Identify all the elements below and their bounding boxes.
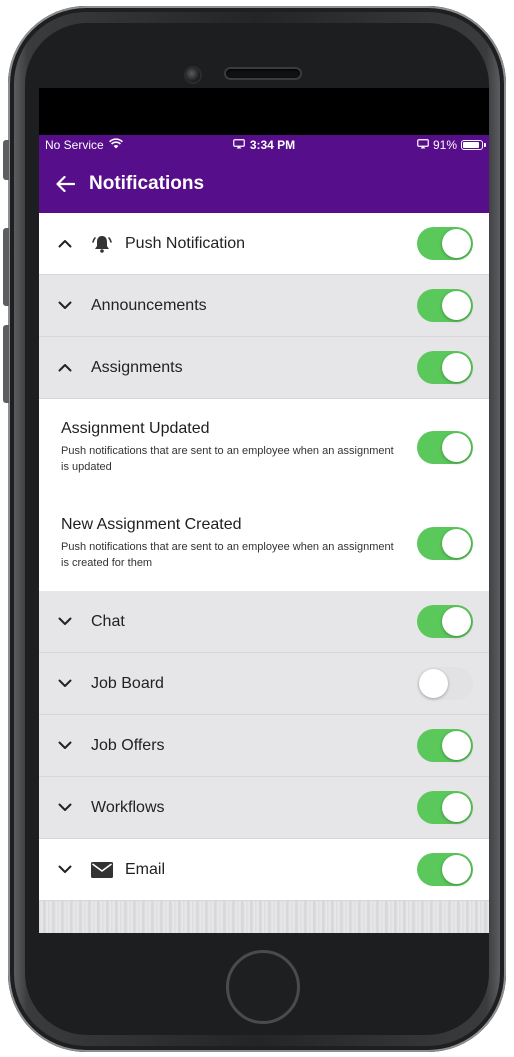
assignment-updated-toggle[interactable] xyxy=(417,430,473,464)
assignment-updated-description: Push notifications that are sent to an e… xyxy=(61,444,394,473)
toggle-knob xyxy=(419,669,448,698)
bell-icon xyxy=(91,233,113,255)
toggle-knob xyxy=(442,607,471,636)
screen-mirror-icon xyxy=(232,138,245,152)
chat-label: Chat xyxy=(91,612,125,630)
workflows-row[interactable]: Workflows xyxy=(39,777,489,839)
envelope-icon xyxy=(91,859,113,881)
new-assignment-created-description: Push notifications that are sent to an e… xyxy=(61,540,394,569)
toggle-knob xyxy=(442,229,471,258)
status-center: 3:34 PM xyxy=(39,138,489,152)
toggle-knob xyxy=(442,432,471,462)
page-title: Notifications xyxy=(89,173,205,194)
toggle-knob xyxy=(442,855,471,884)
chevron-down-icon[interactable] xyxy=(57,298,73,314)
clock-label: 3:34 PM xyxy=(249,138,296,152)
job-offers-toggle[interactable] xyxy=(417,729,473,762)
job-board-toggle[interactable] xyxy=(417,667,473,700)
new-assignment-created-row: New Assignment Created Push notification… xyxy=(39,495,489,591)
job-offers-row[interactable]: Job Offers xyxy=(39,715,489,777)
toggle-knob xyxy=(442,353,471,382)
email-toggle[interactable] xyxy=(417,853,473,886)
toggle-knob xyxy=(442,731,471,760)
chat-row[interactable]: Chat xyxy=(39,591,489,653)
toggle-knob xyxy=(442,291,471,320)
toggle-knob xyxy=(442,528,471,558)
job-board-row[interactable]: Job Board xyxy=(39,653,489,715)
list-footer-strip xyxy=(39,901,489,933)
push-notification-toggle[interactable] xyxy=(417,227,473,260)
announcements-label: Announcements xyxy=(91,296,207,314)
job-offers-label: Job Offers xyxy=(91,736,165,754)
announcements-row[interactable]: Announcements xyxy=(39,275,489,337)
chevron-down-icon[interactable] xyxy=(57,738,73,754)
chevron-down-icon[interactable] xyxy=(57,800,73,816)
workflows-label: Workflows xyxy=(91,798,165,816)
assignment-updated-text: Assignment Updated Push notifications th… xyxy=(61,420,417,475)
volume-down-button xyxy=(3,325,9,403)
chevron-up-icon[interactable] xyxy=(57,236,73,252)
chevron-down-icon[interactable] xyxy=(57,676,73,692)
chevron-down-icon[interactable] xyxy=(57,862,73,878)
announcements-toggle[interactable] xyxy=(417,289,473,322)
workflows-toggle[interactable] xyxy=(417,791,473,824)
chevron-up-icon[interactable] xyxy=(57,360,73,376)
push-notification-label: Push Notification xyxy=(125,234,246,252)
push-notification-row[interactable]: Push Notification xyxy=(39,213,489,275)
assignment-updated-title: Assignment Updated xyxy=(61,419,210,437)
status-bar: No Service 3:34 PM 91% xyxy=(39,135,489,155)
settings-list: Push Notification Announcements Assignme… xyxy=(39,213,489,933)
assignments-toggle[interactable] xyxy=(417,351,473,384)
job-board-label: Job Board xyxy=(91,674,164,692)
new-assignment-created-title: New Assignment Created xyxy=(61,515,242,533)
assignment-updated-row: Assignment Updated Push notifications th… xyxy=(39,399,489,495)
app-header: Notifications xyxy=(39,155,489,213)
toggle-knob xyxy=(442,793,471,822)
home-button[interactable] xyxy=(226,950,300,1024)
new-assignment-created-text: New Assignment Created Push notification… xyxy=(61,516,417,571)
new-assignment-created-toggle[interactable] xyxy=(417,526,473,560)
chat-toggle[interactable] xyxy=(417,605,473,638)
arrow-left-icon[interactable] xyxy=(53,172,77,196)
screen: No Service 3:34 PM 91% Notifications Pus… xyxy=(39,88,489,933)
mute-switch xyxy=(3,140,9,180)
battery-level-fill xyxy=(463,142,480,148)
email-row[interactable]: Email xyxy=(39,839,489,901)
assignments-row[interactable]: Assignments xyxy=(39,337,489,399)
chevron-down-icon[interactable] xyxy=(57,614,73,630)
volume-up-button xyxy=(3,228,9,306)
battery-icon xyxy=(461,140,486,150)
earpiece-speaker xyxy=(226,69,300,78)
screen-top-black xyxy=(39,88,489,135)
email-label: Email xyxy=(125,860,166,878)
front-camera xyxy=(186,68,200,82)
assignments-label: Assignments xyxy=(91,358,183,376)
